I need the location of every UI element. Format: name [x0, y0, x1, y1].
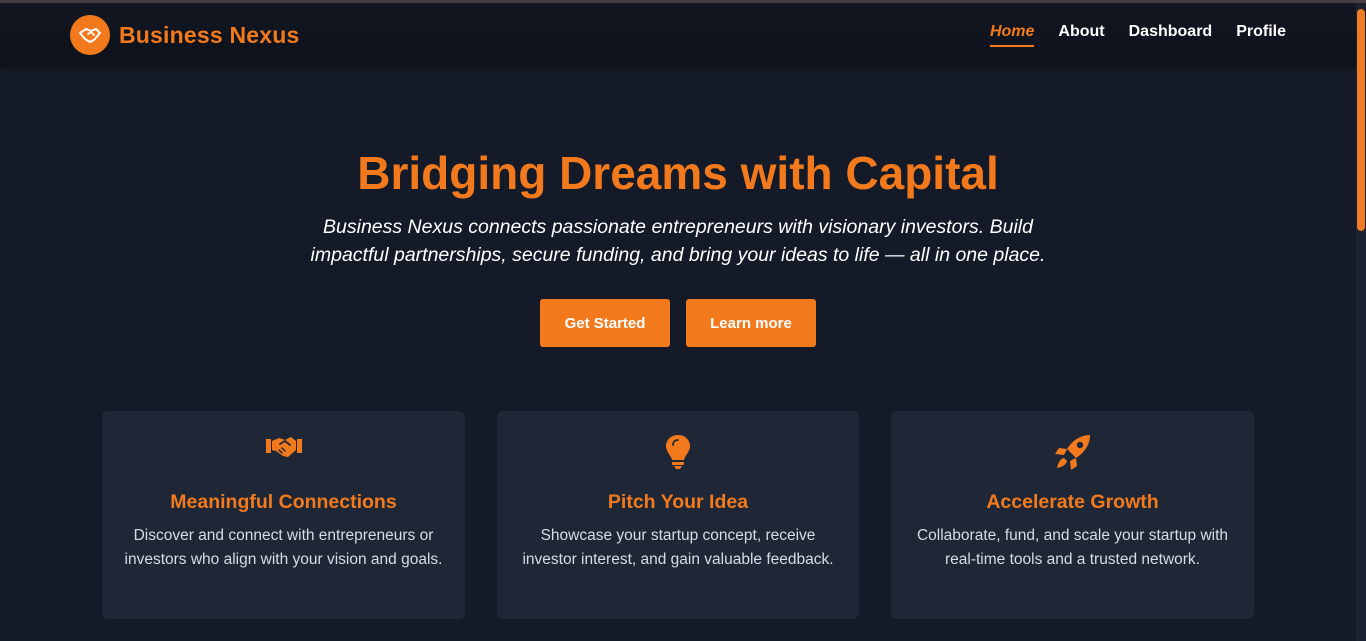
feature-card-pitch: Pitch Your Idea Showcase your startup co…	[497, 411, 859, 619]
feature-title: Accelerate Growth	[986, 491, 1159, 513]
feature-description: Collaborate, fund, and scale your startu…	[916, 527, 1229, 568]
hero-subtitle: Business Nexus connects passionate entre…	[310, 216, 1046, 266]
feature-title: Meaningful Connections	[170, 491, 397, 513]
feature-title: Pitch Your Idea	[607, 491, 749, 513]
nav-dashboard-link[interactable]: Dashboard	[1129, 23, 1213, 47]
brand-name: Business Nexus	[119, 21, 300, 48]
nav-home-link[interactable]: Home	[989, 23, 1035, 47]
feature-description: Discover and connect with entrepreneurs …	[124, 527, 443, 568]
feature-description: Showcase your startup concept, receive i…	[522, 527, 834, 568]
feature-card-growth: Accelerate Growth Collaborate, fund, and…	[891, 411, 1254, 619]
vertical-scrollbar[interactable]	[1356, 3, 1366, 641]
feature-card-connections: Meaningful Connections Discover and conn…	[102, 411, 465, 619]
navbar: Business Nexus Home About Dashboard Prof…	[0, 3, 1356, 67]
lightbulb-icon	[497, 433, 859, 473]
nav-profile-link[interactable]: Profile	[1236, 23, 1286, 47]
hero-title: Bridging Dreams with Capital	[357, 147, 999, 199]
brand-logo[interactable]: Business Nexus	[70, 15, 300, 55]
handshake-icon	[102, 433, 465, 473]
main-nav: Home About Dashboard Profile	[989, 23, 1286, 47]
handshake-icon	[70, 15, 110, 55]
rocket-icon	[891, 433, 1254, 473]
nav-about-link[interactable]: About	[1058, 23, 1104, 47]
scrollbar-thumb[interactable]	[1357, 9, 1365, 231]
get-started-button[interactable]: Get Started	[540, 299, 670, 347]
learn-more-button[interactable]: Learn more	[686, 299, 816, 347]
